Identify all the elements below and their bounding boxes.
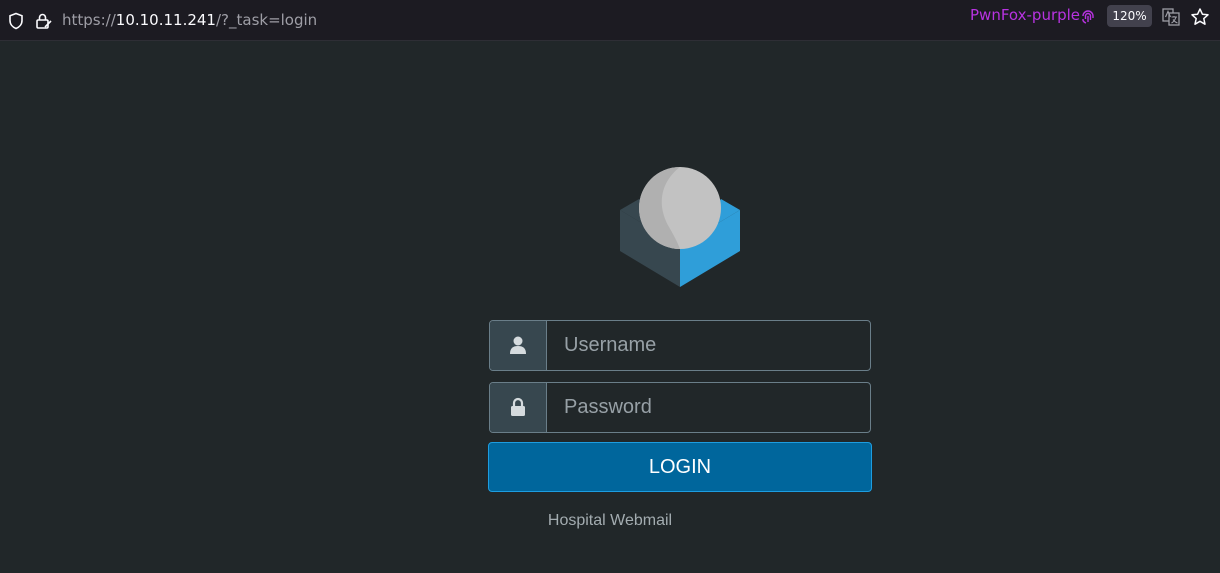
username-field: [489, 320, 871, 371]
url-host: 10.10.11.241: [115, 11, 216, 29]
lock-icon[interactable]: [34, 12, 52, 30]
login-button[interactable]: LOGIN: [488, 442, 872, 492]
username-input[interactable]: [547, 321, 870, 370]
star-icon[interactable]: [1190, 7, 1210, 27]
url-text[interactable]: https://10.10.11.241/?_task=login: [62, 11, 317, 29]
shield-icon[interactable]: [7, 12, 25, 30]
user-icon: [510, 336, 526, 354]
password-field: [489, 382, 871, 433]
password-addon: [490, 383, 547, 432]
roundcube-logo: [620, 167, 740, 287]
browser-toolbar: https://10.10.11.241/?_task=login PwnFox…: [0, 0, 1220, 41]
container-label[interactable]: PwnFox-purple: [970, 6, 1080, 24]
password-input[interactable]: [547, 383, 870, 432]
url-prefix: https://: [62, 11, 116, 29]
zoom-level-button[interactable]: 120%: [1107, 5, 1152, 27]
footer-product-name: Hospital Webmail: [547, 512, 673, 529]
username-addon: [490, 321, 547, 370]
url-path: /?_task=login: [215, 11, 318, 29]
translate-icon[interactable]: [1162, 8, 1180, 26]
padlock-icon: [511, 397, 525, 416]
fingerprint-icon[interactable]: [1080, 7, 1096, 25]
